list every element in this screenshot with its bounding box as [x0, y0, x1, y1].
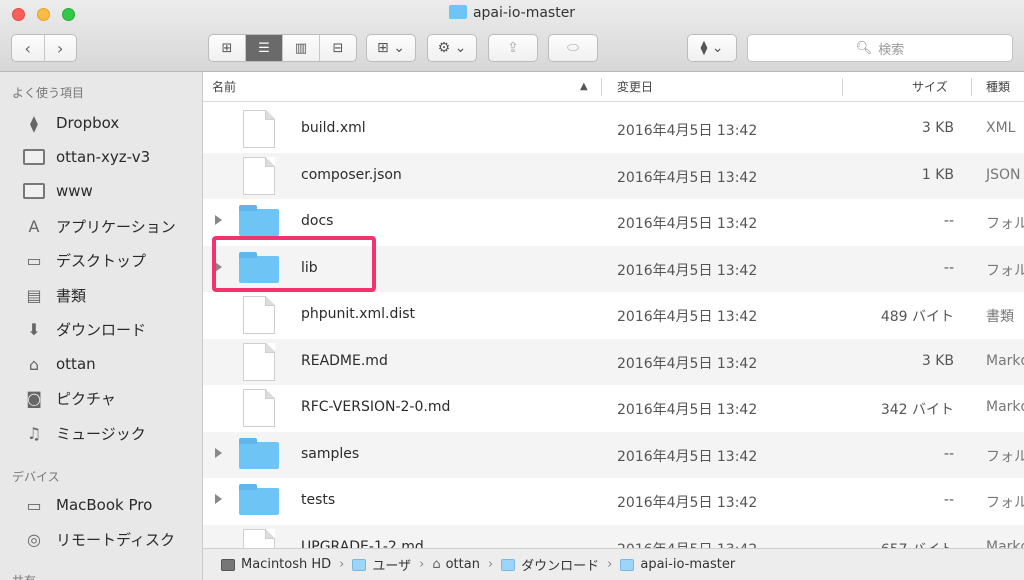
document-icon	[243, 528, 275, 548]
file-row[interactable]: composer.json 2016年4月5日 13:42 1 KB JSON	[203, 152, 1024, 199]
downloads-icon: ⬇	[27, 319, 41, 339]
disclosure-triangle-icon[interactable]	[215, 215, 222, 225]
path-item-apai-io-master[interactable]: apai-io-master	[620, 557, 735, 572]
column-modified[interactable]: 変更日	[617, 72, 653, 102]
document-icon	[243, 296, 275, 334]
sidebar-item-macbook-pro[interactable]: ▭ MacBook Pro	[22, 490, 202, 520]
coverflow-view-button[interactable]: ⊟	[320, 35, 356, 61]
sidebar-item-ottan[interactable]: ⌂ ottan	[22, 349, 202, 379]
home-icon: ⌂	[28, 354, 40, 374]
path-item-users[interactable]: ユーザ	[352, 555, 411, 574]
sidebar-header-devices: デバイス	[12, 470, 60, 484]
document-icon	[243, 156, 275, 195]
hard-drive-icon	[221, 558, 235, 571]
documents-icon: ▤	[26, 285, 42, 305]
file-row[interactable]: UPGRADE-1-2.md 2016年4月5日 13:42 657 バイト M…	[203, 524, 1024, 548]
list-view-button[interactable]: ☰	[246, 35, 283, 61]
search-placeholder: 検索	[878, 42, 905, 58]
sidebar-item-desktop[interactable]: ▭ デスクトップ	[22, 245, 202, 275]
folder-icon	[448, 5, 467, 19]
sidebar-item-music[interactable]: ♫ ミュージック	[22, 418, 202, 448]
column-kind[interactable]: 種類	[986, 72, 1010, 102]
path-item-downloads[interactable]: ダウンロード	[501, 555, 599, 574]
chevron-right-icon: ›	[339, 557, 345, 572]
column-view-button[interactable]: ▥	[283, 35, 320, 61]
search-field[interactable]: 🔍︎ 検索	[747, 34, 1013, 62]
sidebar-item-documents[interactable]: ▤ 書類	[22, 280, 202, 310]
toolbar: apai-io-master ‹ › ⊞ ☰ ▥ ⊟ ⊞ ⌄ ⚙ ⌄ ⇪ ⬭ ⧫…	[0, 0, 1024, 72]
chevron-right-icon: ›	[607, 557, 613, 572]
applications-icon: A	[28, 216, 40, 236]
column-header: 名前 ▲ 変更日 サイズ 種類	[203, 72, 1024, 102]
file-row[interactable]: README.md 2016年4月5日 13:42 3 KB Markdown	[203, 338, 1024, 385]
icon-view-button[interactable]: ⊞	[209, 35, 246, 61]
folder-icon	[239, 205, 279, 236]
sidebar-item-remote-disc[interactable]: ◎ リモートディスク	[22, 524, 202, 554]
disclosure-triangle-icon[interactable]	[215, 494, 222, 504]
music-icon: ♫	[26, 423, 42, 443]
dropbox-icon: ⧫	[30, 113, 38, 133]
sidebar: よく使う項目 ⧫ Dropbox ottan-xyz-v3 www A アプリケーシ…	[0, 72, 203, 580]
sort-ascending-icon: ▲	[580, 81, 588, 92]
disclosure-triangle-icon[interactable]	[215, 447, 222, 458]
column-size[interactable]: サイズ	[912, 72, 948, 102]
folder-row[interactable]: tests 2016年4月5日 13:42 -- フォルダ	[203, 478, 1024, 525]
forward-button[interactable]: ›	[45, 39, 77, 58]
chevron-right-icon: ›	[419, 557, 425, 572]
sidebar-item-pictures[interactable]: ◙ ピクチャ	[22, 383, 202, 413]
view-mode-group: ⊞ ☰ ▥ ⊟	[208, 34, 357, 62]
folder-icon	[501, 558, 516, 571]
folder-row[interactable]: samples 2016年4月5日 13:42 -- フォルダ	[203, 431, 1024, 478]
search-icon: 🔍︎	[855, 40, 873, 56]
share-button[interactable]: ⇪	[488, 34, 538, 62]
file-row[interactable]: phpunit.xml.dist 2016年4月5日 13:42 489 バイト…	[203, 292, 1024, 339]
folder-icon	[620, 558, 635, 571]
folder-icon	[239, 484, 279, 515]
sidebar-item-www[interactable]: www	[22, 176, 202, 206]
disc-icon: ◎	[27, 529, 41, 549]
sidebar-item-downloads[interactable]: ⬇ ダウンロード	[22, 314, 202, 344]
action-gear-button[interactable]: ⚙ ⌄	[427, 34, 477, 62]
dropbox-menu-button[interactable]: ⧫ ⌄	[687, 34, 737, 62]
pictures-icon: ◙	[26, 388, 42, 408]
path-item-ottan[interactable]: ⌂ ottan	[432, 557, 480, 572]
column-name[interactable]: 名前	[212, 72, 236, 102]
sidebar-header-shared: 共有	[12, 572, 36, 580]
tag-button[interactable]: ⬭	[548, 34, 598, 62]
file-list: 名前 ▲ 変更日 サイズ 種類 build.xml 2016年4月5日 13:4…	[203, 72, 1024, 548]
sidebar-item-ottan-xyz-v3[interactable]: ottan-xyz-v3	[22, 142, 202, 172]
nav-group: ‹ ›	[11, 34, 77, 62]
document-icon	[243, 342, 275, 381]
back-button[interactable]: ‹	[12, 39, 44, 58]
path-bar: Macintosh HD › ユーザ › ⌂ ottan › ダウンロード › a…	[203, 548, 1024, 580]
document-icon	[243, 389, 275, 427]
sidebar-header-favorites: よく使う項目	[12, 86, 85, 100]
document-icon	[243, 110, 275, 148]
path-item-macintosh-hd[interactable]: Macintosh HD	[221, 557, 331, 572]
sidebar-item-applications[interactable]: A アプリケーション	[22, 211, 202, 241]
window-title: apai-io-master	[0, 5, 1024, 21]
folder-icon	[239, 437, 279, 469]
folder-icon	[22, 180, 46, 202]
file-row[interactable]: RFC-VERSION-2-0.md 2016年4月5日 13:42 342 バ…	[203, 385, 1024, 432]
file-row[interactable]: build.xml 2016年4月5日 13:42 3 KB XML	[203, 106, 1024, 153]
highlight-box	[212, 236, 376, 292]
home-icon: ⌂	[432, 557, 441, 572]
sidebar-item-dropbox[interactable]: ⧫ Dropbox	[22, 108, 202, 138]
desktop-icon: ▭	[26, 250, 42, 270]
arrange-button[interactable]: ⊞ ⌄	[366, 34, 416, 62]
folder-icon	[352, 558, 367, 571]
chevron-right-icon: ›	[487, 557, 494, 572]
laptop-icon: ▭	[26, 495, 42, 515]
folder-icon	[22, 146, 46, 168]
